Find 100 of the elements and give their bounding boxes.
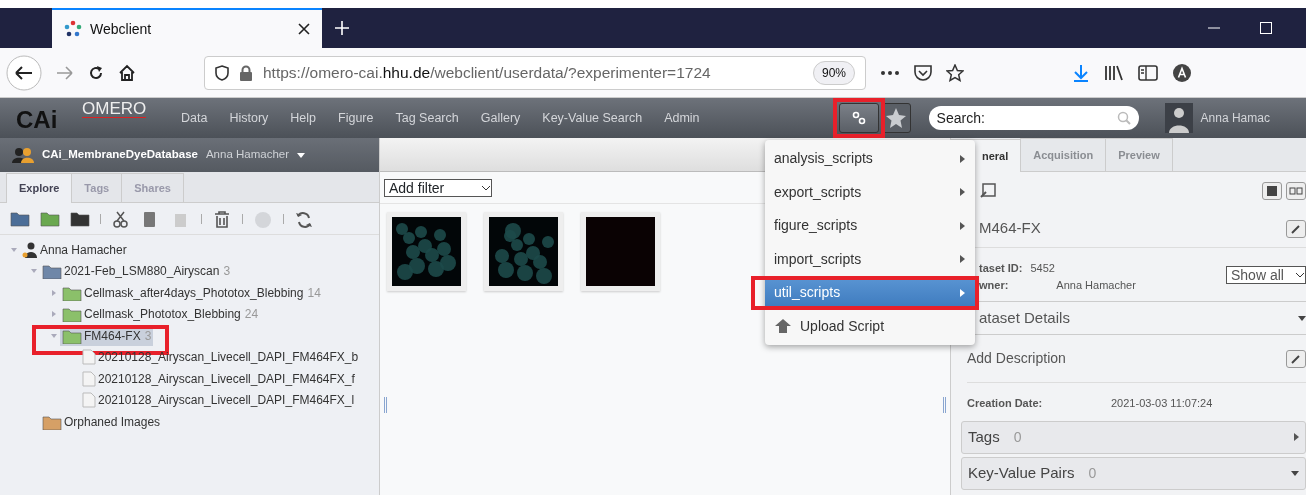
edit-button[interactable] (1286, 219, 1306, 238)
new-dataset-icon[interactable] (40, 209, 60, 228)
file-icon (82, 370, 96, 387)
url-text: https://omero-cai.hhu.de/webclient/userdata/?experimenter=1724 (263, 62, 711, 83)
group-user[interactable]: Anna Hamacher (205, 146, 290, 164)
dataset-name: M464-FX (979, 218, 1041, 239)
expand-toggle[interactable] (31, 269, 37, 274)
item-count: 0 (1013, 427, 1022, 447)
chevron-icon (1295, 272, 1305, 278)
link-icon[interactable] (979, 183, 997, 199)
sidebar-icon[interactable] (1138, 63, 1158, 82)
group-name[interactable]: CAi_MembraneDyeDatabase (42, 146, 198, 164)
new-screen-icon[interactable] (70, 209, 90, 228)
tree-item[interactable]: 20210128_Airyscan_Livecell_DAPI_FM464FX_f (80, 368, 357, 389)
caret-icon (1298, 315, 1306, 321)
refresh-icon[interactable] (294, 209, 314, 228)
home-icon[interactable] (118, 63, 136, 82)
tab-title: Webclient (90, 19, 153, 39)
caret-icon (1291, 470, 1299, 476)
tree-item[interactable]: 20210128_Airyscan_Livecell_DAPI_FM464FX_l (80, 390, 357, 411)
accordion-header[interactable]: Tags 0 (961, 420, 1306, 454)
caret-icon (1294, 433, 1299, 441)
submenu-arrow-icon (960, 188, 965, 197)
nav-link[interactable]: Data (170, 108, 219, 128)
upload-icon (774, 318, 792, 335)
splitter-handle[interactable] (384, 397, 387, 413)
star-icon[interactable] (946, 63, 964, 82)
submenu-arrow-icon (960, 221, 965, 230)
pencil-icon (1291, 223, 1301, 234)
thumbnail[interactable] (387, 212, 466, 291)
library-icon[interactable] (1104, 63, 1124, 82)
user-avatar-icon[interactable] (1164, 103, 1193, 133)
search-icon (1116, 111, 1131, 125)
grid-view-button[interactable] (1262, 182, 1282, 200)
zoom-level[interactable]: 90% (812, 60, 855, 85)
folder-icon (62, 306, 82, 323)
nav-link[interactable]: Admin (653, 108, 711, 128)
field-label: wner: (979, 277, 1009, 293)
thumbnail[interactable] (581, 212, 660, 291)
folder-icon (42, 263, 62, 280)
account-icon[interactable] (1172, 62, 1192, 83)
menu-item[interactable]: import_scripts (765, 242, 975, 276)
tree-item[interactable]: Cellmask_Phototox_Blebbing 24 (60, 304, 261, 325)
menu-item[interactable]: figure_scripts (765, 209, 975, 243)
tree-item[interactable]: Orphaned Images (40, 411, 163, 432)
splitter-handle[interactable] (943, 397, 946, 413)
nav-link[interactable]: Tag Search (384, 108, 470, 128)
expand-toggle[interactable] (52, 311, 56, 318)
nav-link[interactable]: Figure (327, 108, 385, 128)
users-icon (12, 147, 34, 163)
cut-icon[interactable] (111, 209, 131, 228)
pocket-icon[interactable] (914, 64, 932, 81)
chevron-icon (481, 184, 491, 191)
nav-link[interactable]: Help (279, 108, 328, 128)
thumbnail[interactable] (484, 212, 563, 291)
tree-item[interactable]: 2021-Feb_LSM880_Airyscan 3 (40, 261, 233, 282)
edit-button[interactable] (1286, 349, 1306, 368)
user-name[interactable]: Anna Hamac (1200, 109, 1270, 127)
field-value: Anna Hamacher (1056, 277, 1136, 293)
show-select[interactable]: Show all (1226, 266, 1306, 284)
delete-icon[interactable] (212, 209, 232, 228)
item-count: 0 (1088, 463, 1097, 483)
app-logo-icon (64, 20, 82, 38)
glasses-button[interactable] (1286, 182, 1306, 200)
nav-link[interactable]: History (218, 108, 280, 128)
nav-link[interactable]: Gallery (469, 108, 532, 128)
lock-icon (239, 64, 253, 81)
download-icon[interactable] (1072, 63, 1090, 82)
submenu-arrow-icon (960, 154, 965, 163)
browser-tab[interactable]: Webclient (52, 8, 322, 48)
forward-icon[interactable] (56, 65, 74, 80)
more-icon[interactable] (880, 69, 900, 76)
scripts-button[interactable] (838, 103, 879, 133)
gears-icon (851, 111, 866, 125)
close-icon[interactable] (298, 23, 310, 35)
expand-toggle[interactable] (11, 247, 17, 252)
submenu-arrow-icon (960, 255, 965, 264)
logo-subtitle: OMERO (82, 100, 147, 118)
search-field[interactable]: Search: (928, 106, 1139, 130)
menu-item[interactable]: export_scripts (765, 175, 975, 209)
description-placeholder[interactable]: Add Description (967, 348, 1066, 369)
back-icon[interactable] (6, 54, 42, 91)
filter-select[interactable]: Add filter (384, 178, 492, 197)
tab[interactable]: Explore (6, 172, 73, 203)
new-tab-icon[interactable] (334, 20, 350, 36)
accordion-header[interactable]: Key-Value Pairs 0 (961, 456, 1306, 490)
tree-item[interactable]: 20210128_Airyscan_Livecell_DAPI_FM464FX_b (80, 347, 361, 368)
tree-item[interactable]: Cellmask_after4days_Phototox_Blebbing 14 (60, 282, 323, 303)
maximize-icon[interactable] (1260, 22, 1272, 34)
new-project-icon[interactable] (10, 209, 30, 228)
nav-link[interactable]: Key-Value Search (531, 108, 654, 128)
reload-icon[interactable] (88, 64, 104, 81)
address-bar[interactable]: https://omero-cai.hhu.de/webclient/userdata/?experimenter=1724 90% (204, 55, 866, 90)
caret-icon (297, 152, 306, 158)
tree-item[interactable]: Anna Hamacher (20, 239, 129, 260)
expand-toggle[interactable] (52, 289, 56, 296)
field-value: 5452 (1030, 261, 1055, 276)
logo-text: CAi (16, 108, 58, 132)
field-label: taset ID: (979, 261, 1023, 276)
submenu-arrow-icon (960, 288, 965, 297)
